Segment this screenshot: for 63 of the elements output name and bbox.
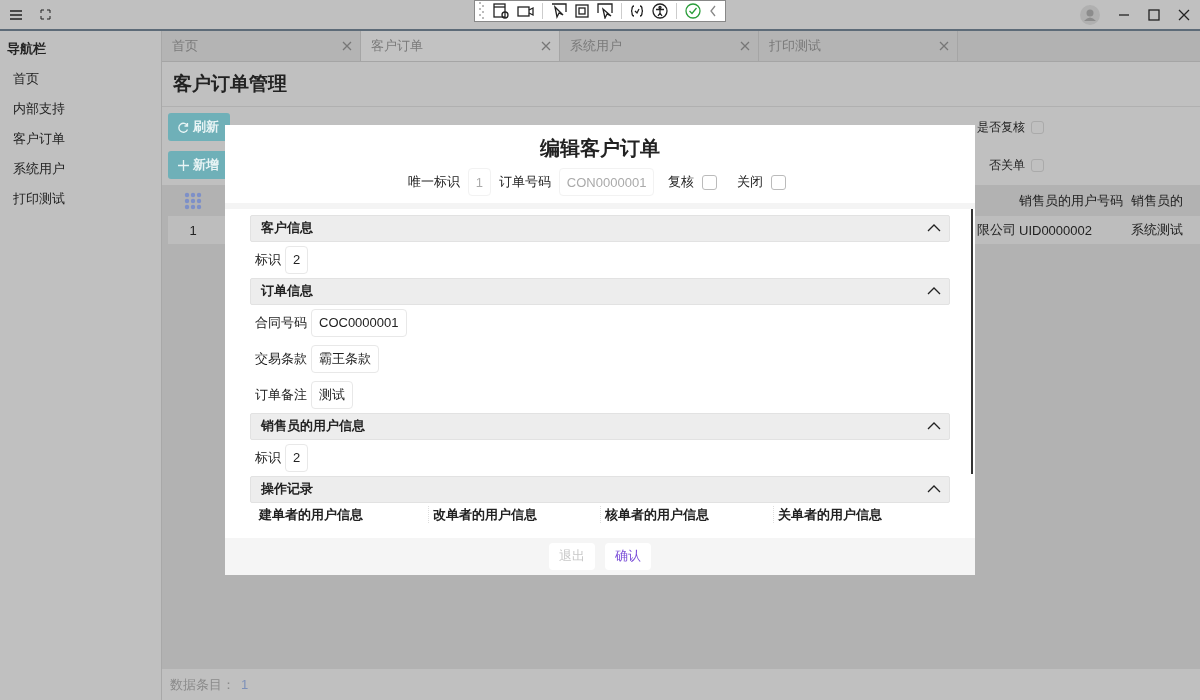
dialog-title: 编辑客户订单 (539, 136, 661, 161)
square-frame-icon[interactable] (575, 4, 589, 18)
section-header[interactable]: 订单信息 (250, 277, 950, 305)
refresh-icon[interactable] (178, 121, 189, 133)
chevron-left-icon[interactable] (709, 5, 717, 17)
video-camera-icon[interactable] (517, 5, 534, 17)
check-circle-icon[interactable] (685, 3, 701, 19)
checkbox[interactable] (771, 174, 787, 190)
column-header: 建单者的用户信息 (257, 505, 364, 523)
grip-icon[interactable] (479, 2, 485, 20)
accessibility-icon[interactable] (652, 3, 668, 19)
cursor-select-icon[interactable] (551, 3, 567, 19)
filter-label: 否关单 (989, 156, 1025, 174)
sidebar-title: 导航栏 (6, 40, 47, 58)
maximize-icon[interactable] (1148, 8, 1160, 21)
chevron-up-icon[interactable] (927, 422, 941, 431)
column-header: 改单者的用户信息 (427, 505, 600, 523)
input-field[interactable]: 2 (285, 443, 309, 472)
section-header[interactable]: 销售员的用户信息 (250, 412, 950, 440)
field-label: 订单号码 (498, 173, 551, 191)
page-title: 客户订单管理 (173, 72, 287, 96)
checkbox[interactable] (702, 174, 718, 190)
section-header[interactable]: 操作记录 (250, 475, 950, 503)
input-field[interactable]: 测试 (311, 380, 353, 409)
field-label: 唯一标识 (407, 173, 460, 191)
sidebar-item[interactable]: 客户订单 (0, 124, 161, 154)
column-header: 销售员的 (1131, 192, 1183, 208)
close-icon[interactable] (1178, 8, 1190, 21)
chevron-up-icon[interactable] (927, 485, 941, 494)
field-label: 复核 (668, 173, 695, 191)
section-header[interactable]: 客户信息 (250, 214, 950, 242)
field-label: 标识 (255, 448, 281, 467)
table-cell: UID0000002 (1019, 222, 1092, 238)
input-field[interactable]: 霸王条款 (311, 344, 379, 373)
input-field[interactable]: 2 (285, 245, 309, 274)
field-label: 合同号码 (255, 313, 307, 332)
input-field[interactable]: COC0000001 (311, 308, 407, 337)
field-label: 关闭 (737, 173, 764, 191)
expand-icon[interactable] (40, 9, 51, 20)
chevron-up-icon[interactable] (927, 224, 941, 233)
window-target-icon[interactable] (493, 3, 509, 19)
sidebar-item[interactable]: 内部支持 (0, 94, 161, 124)
chevron-up-icon[interactable] (927, 287, 941, 296)
column-header: 核单者的用户信息 (600, 505, 773, 523)
field-label: 标识 (255, 250, 281, 269)
plus-icon[interactable] (178, 159, 189, 171)
column-header: 关单者的用户信息 (772, 505, 945, 523)
field-label: 交易条款 (255, 349, 307, 368)
sidebar-item[interactable]: 打印测试 (0, 184, 161, 214)
row-number: 1 (189, 222, 197, 238)
table-cell: 系统测试 (1131, 222, 1183, 237)
screen-cursor-icon[interactable] (597, 3, 613, 19)
column-header: 销售员的用户号码 (1019, 192, 1123, 208)
field-label: 订单备注 (255, 385, 307, 404)
braces-icon[interactable] (630, 5, 644, 17)
menu-icon[interactable] (10, 9, 22, 20)
dialog-button[interactable]: 确认 (605, 542, 651, 570)
sidebar-item[interactable]: 系统用户 (0, 154, 161, 184)
record-count: 1 (241, 677, 249, 692)
sidebar-item[interactable]: 首页 (0, 64, 161, 94)
scrollbar[interactable] (971, 208, 973, 474)
table-cell: 限公司 (977, 222, 1016, 237)
filter-label: 是否复核 (977, 118, 1025, 136)
